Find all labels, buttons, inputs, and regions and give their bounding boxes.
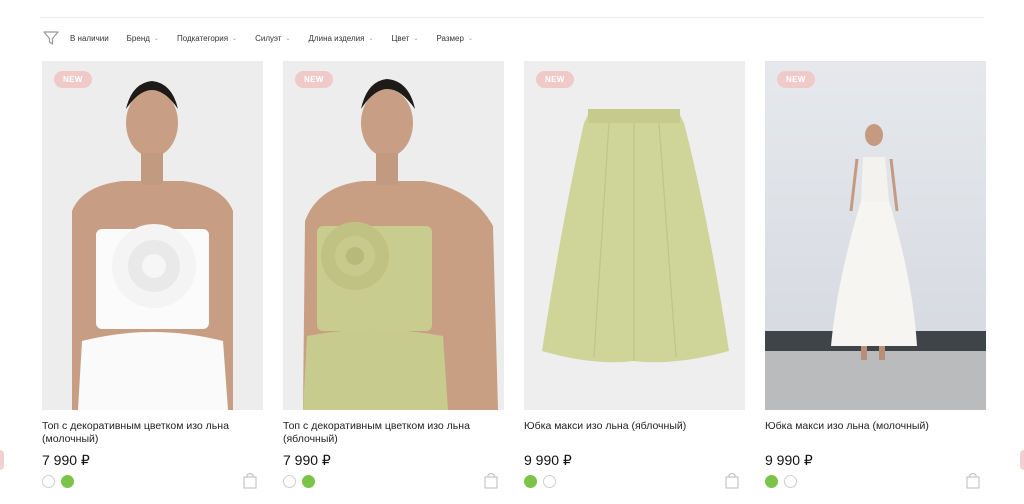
product-card[interactable]: NEW Топ с декоративным цветком изо льна … — [283, 61, 504, 501]
product-grid: NEW Топ с декоративным цветком изо льна … — [42, 61, 987, 501]
filter-subcategory[interactable]: Подкатегория ⌄ — [177, 34, 237, 43]
filter-color[interactable]: Цвет ⌄ — [391, 34, 418, 43]
swatch-milk[interactable] — [42, 475, 55, 488]
product-title[interactable]: Юбка макси изо льна (яблочный) — [524, 420, 745, 433]
product-title[interactable]: Топ с декоративным цветком изо льна (мол… — [42, 420, 263, 446]
swatch-green[interactable] — [302, 475, 315, 488]
swatch-milk[interactable] — [784, 475, 797, 488]
chevron-down-icon: ⌄ — [232, 35, 238, 42]
top-divider — [40, 17, 984, 18]
product-image[interactable]: NEW — [524, 61, 745, 410]
swatch-green[interactable] — [524, 475, 537, 488]
filter-length[interactable]: Длина изделия ⌄ — [309, 34, 374, 43]
product-card[interactable]: NEW Юбка макси изо льна (яблочный) 9 990… — [524, 61, 745, 501]
color-swatches — [765, 475, 803, 488]
carousel-next-arrow[interactable] — [1020, 450, 1024, 470]
shopping-bag-icon[interactable] — [484, 472, 498, 489]
new-badge: NEW — [54, 71, 92, 88]
shopping-bag-icon[interactable] — [243, 472, 257, 489]
product-image[interactable]: NEW — [42, 61, 263, 410]
swatch-milk[interactable] — [283, 475, 296, 488]
color-swatches — [524, 475, 562, 488]
filter-size[interactable]: Размер ⌄ — [436, 34, 473, 43]
filter-bar: В наличии Бренд ⌄ Подкатегория ⌄ Силуэт ⌄ Д… — [42, 27, 491, 49]
swatch-green[interactable] — [61, 475, 74, 488]
swatch-green[interactable] — [765, 475, 778, 488]
product-price: 9 990 ₽ — [765, 452, 813, 468]
new-badge: NEW — [295, 71, 333, 88]
chevron-down-icon: ⌄ — [153, 35, 159, 42]
product-title[interactable]: Топ с декоративным цветком изо льна (ябл… — [283, 420, 504, 446]
product-card[interactable]: NEW Топ с декоративным цветком изо льна … — [42, 61, 263, 501]
chevron-down-icon: ⌄ — [285, 35, 291, 42]
chevron-down-icon: ⌄ — [413, 35, 419, 42]
product-price: 9 990 ₽ — [524, 452, 572, 468]
color-swatches — [42, 475, 80, 488]
color-swatches — [283, 475, 321, 488]
shopping-bag-icon[interactable] — [966, 472, 980, 489]
swatch-milk[interactable] — [543, 475, 556, 488]
product-image[interactable]: NEW — [283, 61, 504, 410]
filter-silhouette[interactable]: Силуэт ⌄ — [255, 34, 290, 43]
chevron-down-icon: ⌄ — [368, 35, 374, 42]
product-price: 7 990 ₽ — [283, 452, 331, 468]
new-badge: NEW — [536, 71, 574, 88]
filter-in-stock[interactable]: В наличии — [70, 34, 109, 43]
filter-brand[interactable]: Бренд ⌄ — [127, 34, 159, 43]
product-price: 7 990 ₽ — [42, 452, 90, 468]
new-badge: NEW — [777, 71, 815, 88]
filter-funnel-icon[interactable] — [42, 29, 60, 47]
product-image[interactable]: NEW — [765, 61, 986, 410]
carousel-prev-arrow[interactable] — [0, 450, 4, 470]
product-card[interactable]: NEW Юбка макси изо льна (молочный) 9 990… — [765, 61, 986, 501]
shopping-bag-icon[interactable] — [725, 472, 739, 489]
chevron-down-icon: ⌄ — [467, 35, 473, 42]
product-title[interactable]: Юбка макси изо льна (молочный) — [765, 420, 986, 433]
